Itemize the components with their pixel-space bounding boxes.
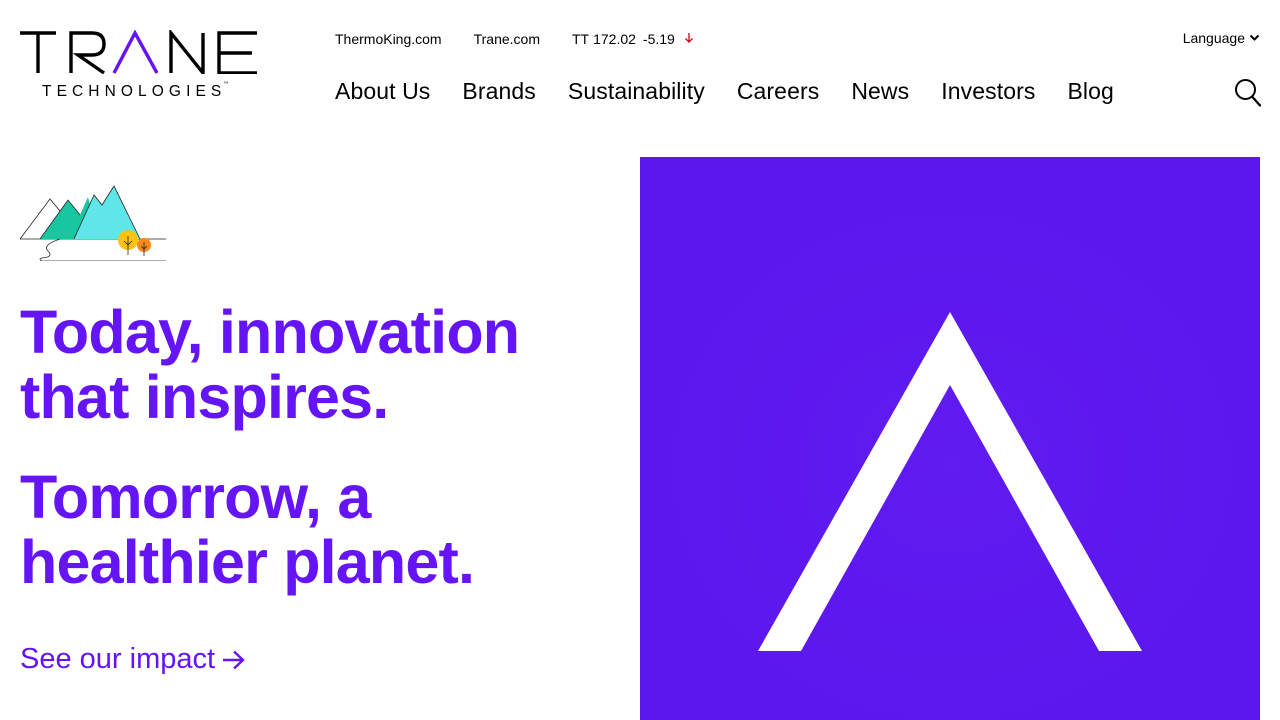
main-nav: About Us Brands Sustainability Careers N… — [335, 78, 1146, 105]
nav-item-blog[interactable]: Blog — [1067, 78, 1113, 105]
nav-item-brands[interactable]: Brands — [462, 78, 535, 105]
language-selector[interactable]: Language — [1183, 30, 1260, 46]
thermoking-link[interactable]: ThermoKing.com — [335, 31, 442, 47]
utility-bar: ThermoKing.com Trane.com TT 172.02 -5.19 — [335, 30, 694, 48]
trane-link[interactable]: Trane.com — [474, 31, 540, 47]
logo-subtitle: TECHNOLOGIES — [42, 83, 227, 100]
nav-item-sustainability[interactable]: Sustainability — [568, 78, 705, 105]
cta-label: See our impact — [20, 643, 216, 675]
trademark-mark: ™ — [223, 81, 229, 87]
arrow-right-icon — [221, 649, 247, 671]
nav-item-about-us[interactable]: About Us — [335, 78, 430, 105]
headline-tomorrow: Tomorrow, a healthier planet. — [20, 463, 475, 596]
mountains-illustration — [19, 183, 170, 262]
ticker-price: 172.02 — [593, 31, 636, 47]
nav-item-careers[interactable]: Careers — [737, 78, 820, 105]
see-our-impact-link[interactable]: See our impact — [20, 643, 247, 676]
stock-ticker[interactable]: TT 172.02 -5.19 — [572, 31, 694, 47]
trane-technologies-logo[interactable]: TECHNOLOGIES™ — [20, 30, 270, 102]
language-label: Language — [1182, 30, 1245, 46]
arrow-down-icon — [684, 32, 694, 47]
trane-chevron-icon — [640, 157, 1260, 720]
chevron-down-icon — [1249, 34, 1260, 42]
search-icon[interactable] — [1234, 78, 1262, 108]
ticker-change: -5.19 — [642, 31, 675, 47]
headline-today: Today, innovation that inspires. — [20, 298, 520, 431]
hero-headline: Today, innovation that inspires. Tomorro… — [20, 300, 620, 630]
ticker-symbol: TT — [571, 31, 590, 47]
nav-item-investors[interactable]: Investors — [941, 78, 1035, 105]
nav-item-news[interactable]: News — [851, 78, 909, 105]
trane-wordmark-icon — [20, 30, 257, 74]
hero-video[interactable] — [640, 157, 1260, 720]
